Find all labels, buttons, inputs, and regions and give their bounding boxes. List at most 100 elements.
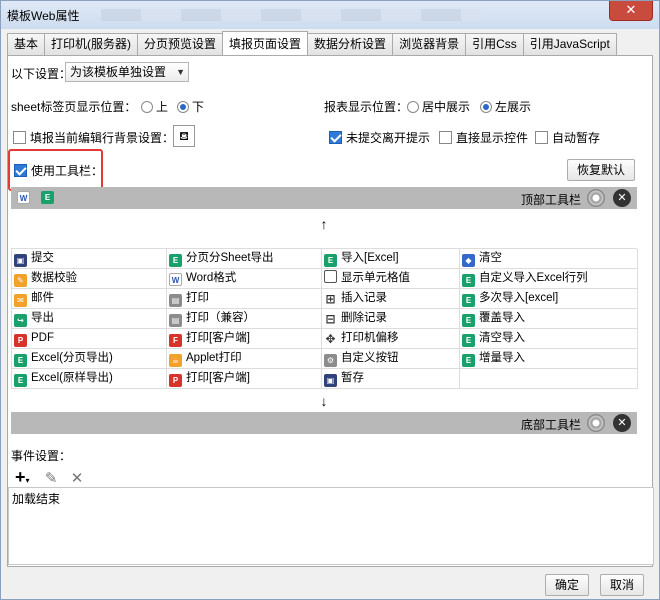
toolbar-button-option-label: 删除记录 bbox=[341, 312, 387, 324]
sheet-position-label: sheet标签页显示位置： bbox=[11, 100, 137, 114]
report-position-left-radio[interactable]: 左展示 bbox=[480, 98, 531, 115]
save-temp-icon: ▣ bbox=[324, 374, 337, 387]
scope-label: 以下设置： bbox=[11, 67, 72, 81]
cell-icon bbox=[324, 270, 337, 283]
tab-2[interactable]: 分页预览设置 bbox=[137, 33, 224, 55]
toolbar-button-option[interactable]: ✎ 数据校验 bbox=[12, 269, 167, 289]
toolbar-button-option[interactable]: ⊞ 插入记录 bbox=[322, 289, 460, 309]
toolbar-button-option[interactable]: F 打印[客户端] bbox=[167, 329, 322, 349]
toolbar-button-option[interactable]: ☕ Applet打印 bbox=[167, 349, 322, 369]
report-position-center-radio[interactable]: 居中展示 bbox=[407, 98, 470, 115]
word-icon[interactable]: W bbox=[17, 191, 30, 204]
delete-icon[interactable]: ✕ bbox=[71, 470, 84, 487]
export-icon: ↪ bbox=[14, 314, 27, 327]
toolbar-button-option[interactable]: P PDF bbox=[12, 329, 167, 349]
sheet-position-bottom-radio[interactable]: 下 bbox=[177, 98, 204, 115]
top-toolbar: W E 顶部工具栏 ✕ bbox=[11, 187, 637, 209]
pencil-icon: ✎ bbox=[14, 274, 27, 287]
toolbar-button-option[interactable]: ▣ 提交 bbox=[12, 249, 167, 269]
toolbar-button-option-label: 导出 bbox=[31, 312, 54, 324]
applet-icon: ☕ bbox=[169, 354, 182, 367]
gear-icon[interactable] bbox=[587, 189, 605, 207]
toolbar-button-option[interactable]: P 打印[客户端] bbox=[167, 369, 322, 389]
excel-icon: E bbox=[462, 354, 475, 367]
toolbar-button-option-label: 提交 bbox=[31, 252, 54, 264]
edit-icon[interactable]: ✎ bbox=[45, 470, 58, 487]
excel-icon: E bbox=[462, 334, 475, 347]
report-position-label: 报表显示位置： bbox=[324, 100, 409, 114]
toolbar-button-option-label: 覆盖导入 bbox=[479, 312, 525, 324]
ok-button[interactable]: 确定 bbox=[545, 574, 589, 596]
tab-0[interactable]: 基本 bbox=[7, 33, 46, 55]
show-controls-checkbox[interactable]: 直接显示控件 bbox=[439, 129, 528, 146]
scope-select[interactable]: 为该模板单独设置 ▼ bbox=[65, 62, 189, 82]
move-up-button[interactable]: ↑ bbox=[11, 213, 637, 235]
toolbar-button-option[interactable]: ▣ 暂存 bbox=[322, 369, 460, 389]
tab-4[interactable]: 数据分析设置 bbox=[307, 33, 394, 55]
toolbar-button-option[interactable]: ◆ 清空 bbox=[460, 249, 638, 269]
excel-icon: E bbox=[462, 294, 475, 307]
toolbar-button-option[interactable]: ↪ 导出 bbox=[12, 309, 167, 329]
toolbar-button-option[interactable]: E 覆盖导入 bbox=[460, 309, 638, 329]
dialog-window: 模板Web属性 ✕ 基本 打印机(服务器) 分页预览设置 填报页面设置 数据分析设置 浏览… bbox=[0, 0, 660, 600]
toolbar-button-option[interactable]: E 增量导入 bbox=[460, 349, 638, 369]
toolbar-button-option[interactable]: E 导入[Excel] bbox=[322, 249, 460, 269]
toolbar-button-option-label: PDF bbox=[31, 332, 54, 344]
tab-5[interactable]: 浏览器背景 bbox=[392, 33, 467, 55]
chevron-down-icon[interactable]: ▾ bbox=[26, 476, 30, 485]
delete-row-icon: ⊟ bbox=[325, 312, 336, 326]
window-title: 模板Web属性 bbox=[7, 9, 80, 23]
close-icon[interactable]: ✕ bbox=[613, 414, 631, 432]
move-down-button[interactable]: ↓ bbox=[11, 390, 637, 412]
excel-icon: E bbox=[462, 274, 475, 287]
toolbar-button-option-label: 打印（兼容） bbox=[186, 312, 255, 324]
toolbar-button-option[interactable]: E 自定义导入Excel行列 bbox=[460, 269, 638, 289]
tab-6[interactable]: 引用Css bbox=[465, 33, 524, 55]
toolbar-button-option-label: Excel(分页导出) bbox=[31, 352, 113, 364]
chevron-down-icon: ▼ bbox=[176, 67, 185, 77]
tab-1[interactable]: 打印机(服务器) bbox=[44, 33, 139, 55]
toolbar-button-option[interactable]: ✥ 打印机偏移 bbox=[322, 329, 460, 349]
tab-7[interactable]: 引用JavaScript bbox=[522, 33, 617, 55]
toolbar-button-option[interactable]: 显示单元格值 bbox=[322, 269, 460, 289]
toolbar-button-option[interactable]: E 分页分Sheet导出 bbox=[167, 249, 322, 269]
toolbar-button-option[interactable]: W Word格式 bbox=[167, 269, 322, 289]
toolbar-button-option[interactable]: ✉ 邮件 bbox=[12, 289, 167, 309]
excel-icon: E bbox=[324, 254, 337, 267]
toolbar-button-option[interactable]: ▤ 打印（兼容） bbox=[167, 309, 322, 329]
restore-default-button[interactable]: 恢复默认 bbox=[567, 159, 635, 181]
excel-icon: E bbox=[462, 314, 475, 327]
toolbar-button-option-label: 暂存 bbox=[341, 372, 364, 384]
title-bar: 模板Web属性 ✕ bbox=[1, 1, 659, 29]
toolbar-button-option-label: Applet打印 bbox=[186, 352, 242, 364]
save-icon: ▣ bbox=[14, 254, 27, 267]
pdf-print-icon: P bbox=[169, 374, 182, 387]
move-icon: ✥ bbox=[325, 332, 336, 346]
printer-icon: ▤ bbox=[169, 294, 182, 307]
tab-strip: 基本 打印机(服务器) 分页预览设置 填报页面设置 数据分析设置 浏览器背景 引用Css 引用… bbox=[7, 31, 617, 55]
close-button[interactable]: ✕ bbox=[609, 1, 653, 21]
toolbar-button-option[interactable]: E Excel(分页导出) bbox=[12, 349, 167, 369]
toolbar-button-option-label: 清空导入 bbox=[479, 332, 525, 344]
fill-bg-checkbox[interactable]: 填报当前编辑行背景设置： bbox=[13, 129, 174, 146]
gear-icon[interactable] bbox=[587, 414, 605, 432]
sheet-position-top-radio[interactable]: 上 bbox=[141, 98, 168, 115]
cancel-button[interactable]: 取消 bbox=[600, 574, 644, 596]
auto-save-checkbox[interactable]: 自动暂存 bbox=[535, 129, 600, 146]
toolbar-button-option[interactable]: E 清空导入 bbox=[460, 329, 638, 349]
close-icon[interactable]: ✕ bbox=[613, 189, 631, 207]
paint-bucket-icon[interactable]: ⛾ bbox=[173, 125, 195, 147]
toolbar-button-option[interactable]: ⊟ 删除记录 bbox=[322, 309, 460, 329]
excel-icon: E bbox=[169, 254, 182, 267]
toolbar-button-option[interactable]: ⚙ 自定义按钮 bbox=[322, 349, 460, 369]
tab-3[interactable]: 填报页面设置 bbox=[222, 31, 309, 55]
add-icon[interactable]: + bbox=[15, 467, 26, 487]
toolbar-button-option[interactable]: E 多次导入[excel] bbox=[460, 289, 638, 309]
events-toolbar: +▾ ✎ ✕ bbox=[15, 467, 83, 488]
flash-print-icon: F bbox=[169, 334, 182, 347]
toolbar-button-option[interactable]: ▤ 打印 bbox=[167, 289, 322, 309]
unsaved-prompt-checkbox[interactable]: 未提交离开提示 bbox=[329, 129, 430, 146]
toolbar-button-option[interactable]: E Excel(原样导出) bbox=[12, 369, 167, 389]
event-item[interactable]: 加载结束 bbox=[12, 490, 650, 507]
excel-icon[interactable]: E bbox=[41, 191, 54, 204]
